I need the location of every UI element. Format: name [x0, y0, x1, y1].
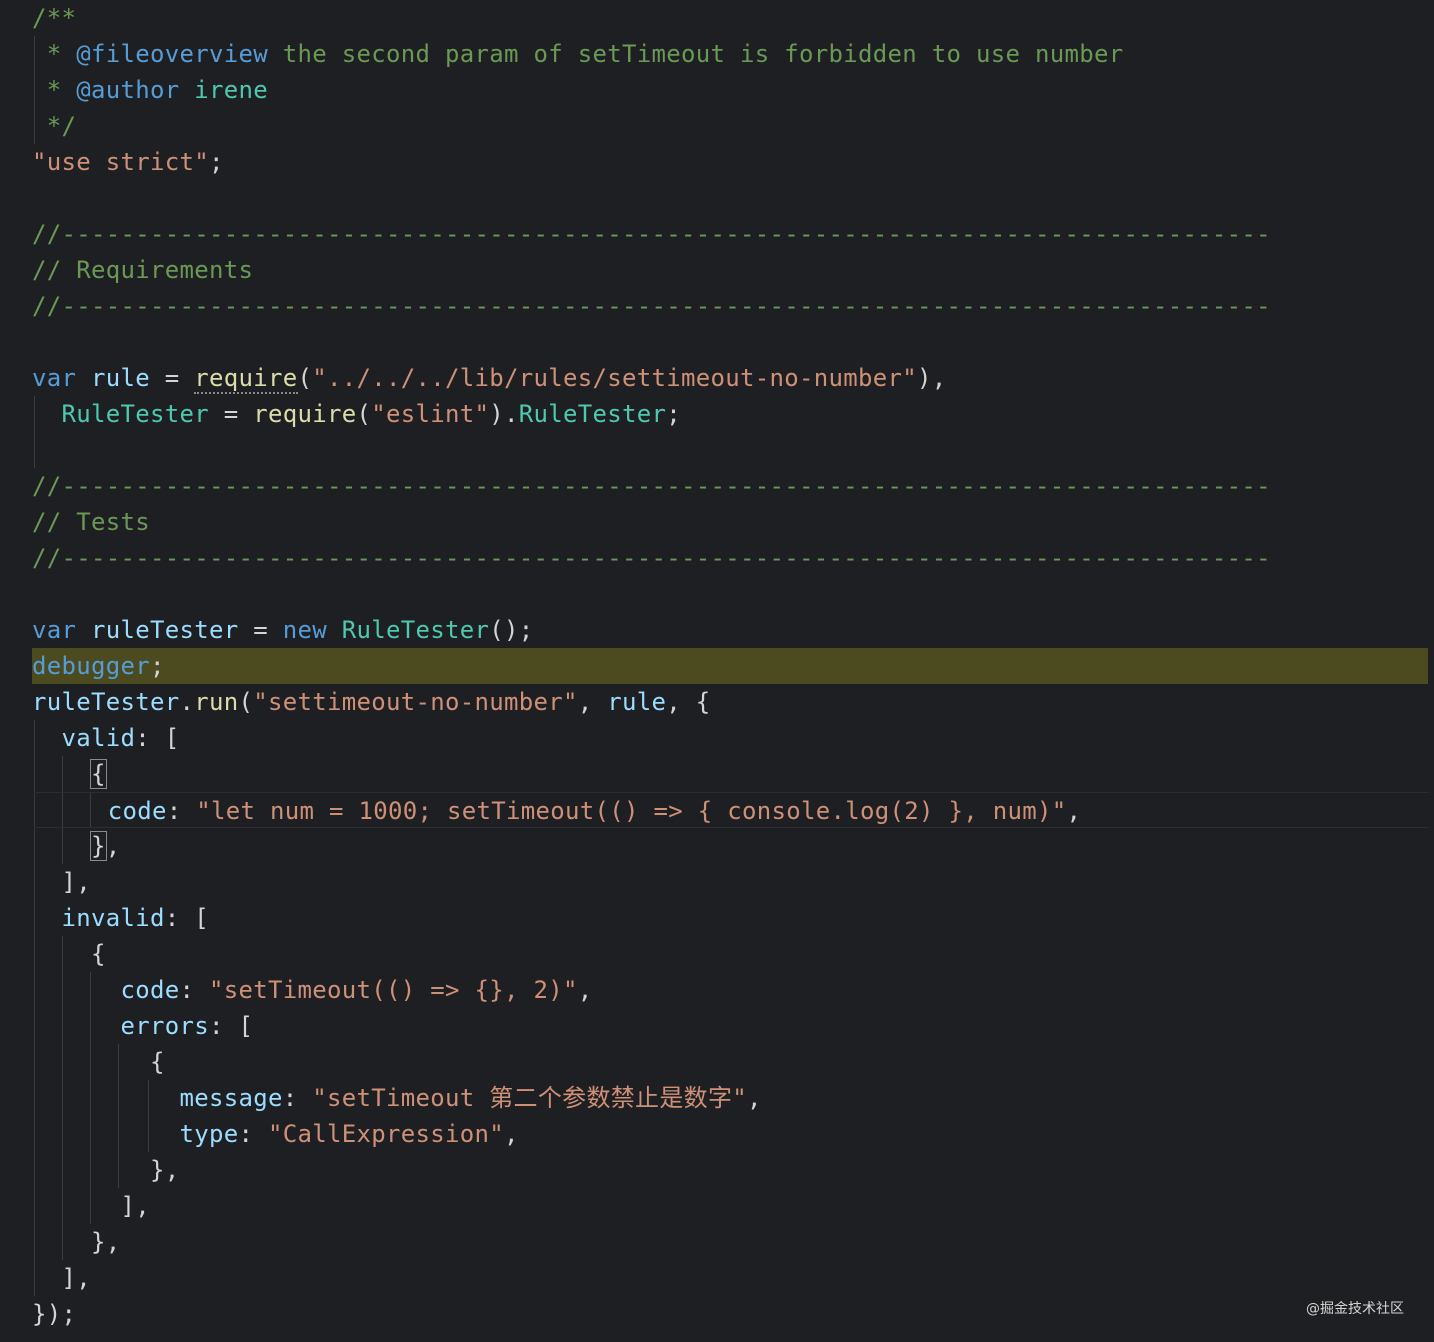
- code-line: //--------------------------------------…: [32, 288, 1428, 324]
- error-type-string: "CallExpression": [268, 1120, 504, 1148]
- code-line: "use strict";: [32, 148, 224, 176]
- author-text: irene: [179, 76, 268, 104]
- author-tag: @author: [76, 76, 180, 104]
- code-line: // Tests: [32, 504, 1428, 540]
- separator-comment: //--------------------------------------…: [32, 544, 1271, 572]
- separator-comment: //--------------------------------------…: [32, 472, 1271, 500]
- separator-comment: //--------------------------------------…: [32, 220, 1271, 248]
- code-line: ],: [32, 868, 91, 896]
- code-line: },: [32, 1156, 180, 1184]
- code-line: ],: [32, 1264, 91, 1292]
- code-line: },: [32, 1228, 121, 1256]
- separator-comment: //--------------------------------------…: [32, 292, 1271, 320]
- requirements-comment: // Requirements: [32, 256, 254, 284]
- code-line: code: "setTimeout(() => {}, 2)",: [120, 976, 593, 1004]
- comment-close: */: [32, 112, 77, 140]
- code-line: },: [90, 831, 121, 861]
- debugger-line[interactable]: debugger;: [32, 648, 1428, 684]
- code-line: //--------------------------------------…: [32, 216, 1428, 252]
- code-line: */: [32, 108, 1428, 144]
- code-line: /**: [32, 0, 1428, 36]
- code-line: var ruleTester = new RuleTester();: [32, 616, 534, 644]
- code-line: * @author irene: [32, 76, 268, 104]
- code-line: valid: [: [61, 724, 180, 752]
- code-line: RuleTester = require("eslint").RuleTeste…: [61, 400, 681, 428]
- fileoverview-tag: @fileoverview: [76, 40, 268, 68]
- eslint-string: "eslint": [371, 400, 490, 428]
- code-line: message: "setTimeout 第二个参数禁止是数字",: [179, 1084, 762, 1112]
- watermark: @掘金技术社区: [1306, 1301, 1404, 1317]
- code-line: //--------------------------------------…: [32, 468, 1428, 504]
- code-line: {: [32, 1048, 165, 1076]
- cursor-line[interactable]: code: "let num = 1000; setTimeout(() => …: [34, 792, 1428, 828]
- code-line: errors: [: [120, 1012, 254, 1040]
- code-line: });: [32, 1300, 77, 1328]
- rule-name-string: "settimeout-no-number": [253, 688, 578, 716]
- code-line: {: [32, 940, 106, 968]
- rule-path-string: "../../../lib/rules/settimeout-no-number…: [312, 364, 917, 392]
- tests-comment: // Tests: [32, 508, 150, 536]
- use-strict-string: "use strict": [32, 148, 209, 176]
- code-line: {: [90, 759, 107, 789]
- code-line: invalid: [: [61, 904, 209, 932]
- error-message-string: "setTimeout 第二个参数禁止是数字": [312, 1084, 747, 1112]
- comment-open: /**: [32, 4, 77, 32]
- fileoverview-text: the second param of setTimeout is forbid…: [268, 40, 1124, 68]
- code-editor[interactable]: /** * @fileoverview the second param of …: [0, 0, 1434, 1342]
- invalid-code-string: "setTimeout(() => {}, 2)": [209, 976, 578, 1004]
- valid-code-string: "let num = 1000; setTimeout(() => { cons…: [196, 797, 1067, 825]
- code-line: ruleTester.run("settimeout-no-number", r…: [32, 688, 711, 716]
- code-line: var rule = require("../../../lib/rules/s…: [32, 364, 947, 394]
- code-line: * @fileoverview the second param of setT…: [32, 40, 1124, 68]
- code-line: type: "CallExpression",: [179, 1120, 519, 1148]
- code-line: ],: [32, 1192, 150, 1220]
- code-line: // Requirements: [32, 252, 1428, 288]
- code-line: //--------------------------------------…: [32, 540, 1428, 576]
